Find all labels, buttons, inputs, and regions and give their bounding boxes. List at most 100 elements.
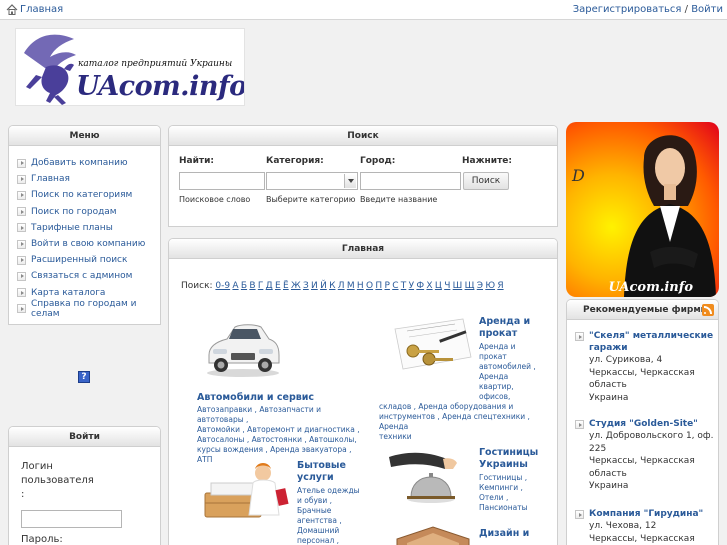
cat-hotel-title-line[interactable]: Гостиницы: [479, 447, 538, 459]
cat-home-title-line[interactable]: Бытовые: [297, 460, 346, 472]
menu-item-label[interactable]: Расширенный поиск: [31, 255, 127, 265]
cat-home-line[interactable]: и обуви ,: [297, 496, 371, 506]
rss-icon[interactable]: [702, 304, 714, 316]
alphabet-letter[interactable]: Д: [266, 281, 273, 291]
cat-rent-line[interactable]: офисов,: [479, 392, 549, 402]
alphabet-letter[interactable]: Ш: [453, 281, 463, 291]
alphabet-letter[interactable]: Е: [275, 281, 281, 291]
alphabet-letter[interactable]: 0-9: [215, 281, 230, 291]
menu-item-label[interactable]: Карта каталога: [31, 288, 105, 298]
cat-home-line[interactable]: Ателье одежды: [297, 486, 371, 496]
cat-home-title[interactable]: Бытовые услуги: [297, 460, 346, 484]
cat-rent-line[interactable]: складов , Аренда оборудования и: [379, 402, 555, 412]
search-keyword-input[interactable]: [179, 172, 265, 190]
site-logo[interactable]: каталог предприятий Украины UAcom.info: [15, 28, 245, 106]
alphabet-letter[interactable]: И: [311, 281, 318, 291]
menu-item-label[interactable]: Связаться с админом: [31, 271, 132, 281]
cat-rent-line[interactable]: техники: [379, 432, 555, 442]
alphabet-letter[interactable]: Т: [401, 281, 407, 291]
username-input[interactable]: [21, 510, 122, 528]
alphabet-letter[interactable]: Щ: [465, 281, 475, 291]
alphabet-letter[interactable]: Э: [477, 281, 483, 291]
alphabet-letter[interactable]: Ч: [444, 281, 450, 291]
cat-home-line[interactable]: агентства ,: [297, 516, 371, 526]
cat-rent-title-line[interactable]: Аренда и: [479, 316, 530, 328]
alphabet-letter[interactable]: Ц: [435, 281, 442, 291]
cat-rent-title-line[interactable]: прокат: [479, 328, 530, 340]
alphabet-letter[interactable]: Ж: [291, 281, 301, 291]
menu-item-city-reference[interactable]: Справка по городам и селам: [17, 299, 160, 319]
recommended-item[interactable]: Студия "Golden-Site" ул. Добровольского …: [575, 418, 715, 493]
alphabet-letter[interactable]: Н: [357, 281, 364, 291]
alphabet-letter[interactable]: Р: [384, 281, 389, 291]
cat-rent-line[interactable]: прокат: [479, 352, 549, 362]
menu-item-home[interactable]: Главная: [17, 171, 160, 187]
alphabet-letter[interactable]: Я: [497, 281, 503, 291]
cat-home-line[interactable]: Брачные: [297, 506, 371, 516]
cat-home-line[interactable]: персонал ,: [297, 536, 371, 545]
recommended-item[interactable]: Компания "Гирудина" ул. Чехова, 12 Черка…: [575, 508, 715, 545]
alphabet-letter[interactable]: Ф: [416, 281, 424, 291]
home-link[interactable]: Главная: [6, 4, 63, 15]
cat-rent-line[interactable]: автомобилей ,: [479, 362, 549, 372]
alphabet-letter[interactable]: М: [347, 281, 355, 291]
alphabet-letter[interactable]: Х: [426, 281, 432, 291]
menu-item-label[interactable]: Главная: [31, 174, 70, 184]
search-button[interactable]: Поиск: [463, 172, 509, 190]
alphabet-letter[interactable]: З: [303, 281, 309, 291]
cat-hotel-line[interactable]: Отели ,: [479, 493, 549, 503]
register-link[interactable]: Зарегистрироваться: [573, 4, 682, 15]
cat-home-title-line[interactable]: услуги: [297, 472, 346, 484]
cat-hotel-line[interactable]: Кемпинги ,: [479, 483, 549, 493]
cat-auto-line[interactable]: Автосалоны , Автостоянки , Автошколы,: [197, 435, 367, 445]
alphabet-letter[interactable]: П: [375, 281, 382, 291]
city-input[interactable]: [360, 172, 461, 190]
cat-auto-title[interactable]: Автомобили и сервис: [197, 392, 314, 404]
alphabet-letter[interactable]: Б: [241, 281, 247, 291]
menu-item-contact-admin[interactable]: Связаться с админом: [17, 268, 160, 284]
cat-hotel-line[interactable]: Пансионаты: [479, 503, 549, 513]
category-select[interactable]: [266, 172, 358, 190]
menu-item-advanced-search[interactable]: Расширенный поиск: [17, 252, 160, 268]
alphabet-letter[interactable]: Л: [338, 281, 345, 291]
cat-rent-line[interactable]: Аренда и: [479, 342, 549, 352]
recommended-item-name[interactable]: Студия "Golden-Site": [589, 418, 715, 430]
menu-item-search-cities[interactable]: Поиск по городам: [17, 204, 160, 220]
cat-rent-line[interactable]: квартир,: [479, 382, 549, 392]
advertisement-banner[interactable]: D UAcom.info: [566, 122, 719, 297]
menu-item-label[interactable]: Добавить компанию: [31, 158, 128, 168]
cat-hotel-title[interactable]: Гостиницы Украины: [479, 447, 538, 471]
cat-auto-line[interactable]: Автомойки , Авторемонт и диагностика ,: [197, 425, 367, 435]
alphabet-letter[interactable]: О: [366, 281, 373, 291]
recommended-item-name[interactable]: Компания "Гирудина": [589, 508, 715, 520]
recommended-item[interactable]: "Скеля" металлические гаражи ул. Суриков…: [575, 330, 715, 404]
cat-rent-title[interactable]: Аренда и прокат: [479, 316, 530, 340]
alphabet-letter[interactable]: Й: [320, 281, 327, 291]
menu-item-tariffs[interactable]: Тарифные планы: [17, 220, 160, 236]
alphabet-letter[interactable]: А: [232, 281, 238, 291]
alphabet-letter[interactable]: В: [249, 281, 255, 291]
alphabet-letter[interactable]: Ю: [485, 281, 495, 291]
menu-item-company-login[interactable]: Войти в свою компанию: [17, 236, 160, 252]
alphabet-letter[interactable]: С: [392, 281, 398, 291]
cat-rent-line[interactable]: инструментов , Аренда спецтехники , Арен…: [379, 412, 555, 432]
cat-auto-line[interactable]: Автозаправки , Автозапчасти и автотовары…: [197, 405, 367, 425]
menu-item-label[interactable]: Поиск по категориям: [31, 190, 132, 200]
alphabet-letter[interactable]: Ё: [283, 281, 289, 291]
alphabet-letter[interactable]: К: [329, 281, 335, 291]
cat-hotel-line[interactable]: Гостиницы ,: [479, 473, 549, 483]
menu-item-search-categories[interactable]: Поиск по категориям: [17, 187, 160, 203]
alphabet-letter[interactable]: Г: [258, 281, 264, 291]
menu-item-label[interactable]: Справка по городам и селам: [31, 299, 160, 319]
login-link[interactable]: Войти: [691, 4, 723, 15]
menu-item-label[interactable]: Войти в свою компанию: [31, 239, 145, 249]
cat-rent-line[interactable]: Аренда: [479, 372, 549, 382]
help-icon[interactable]: ?: [78, 371, 90, 383]
alphabet-letter[interactable]: У: [409, 281, 414, 291]
menu-item-add-company[interactable]: Добавить компанию: [17, 155, 160, 171]
cat-design-title[interactable]: Дизайн и: [479, 528, 529, 540]
recommended-item-name[interactable]: "Скеля" металлические гаражи: [589, 330, 715, 354]
menu-item-label[interactable]: Тарифные планы: [31, 223, 113, 233]
cat-hotel-title-line[interactable]: Украины: [479, 459, 538, 471]
chevron-down-icon[interactable]: [344, 174, 356, 188]
